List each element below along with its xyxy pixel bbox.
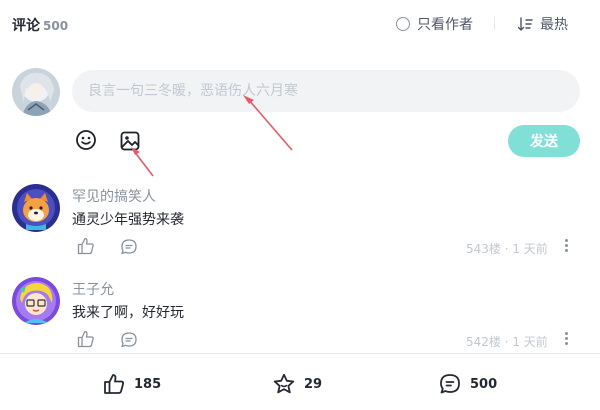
sort-hottest-button[interactable]: 最热 (517, 14, 568, 34)
current-user-avatar (12, 68, 60, 116)
sort-label: 最热 (540, 17, 568, 33)
thumbs-up-icon (104, 374, 124, 394)
star-icon (273, 373, 295, 394)
comment-count: 500 (43, 19, 69, 33)
image-icon[interactable] (119, 130, 141, 152)
radio-icon[interactable] (396, 17, 410, 31)
collect-count: 29 (304, 376, 323, 392)
like-button[interactable]: 185 (102, 372, 161, 396)
comment-section-title: 评论 500 (12, 15, 68, 35)
comment-meta: 543楼 · 1 天前 (466, 242, 548, 256)
thumbs-up-icon[interactable] (76, 236, 96, 260)
thumbs-up-icon[interactable] (76, 329, 96, 353)
reply-icon[interactable] (119, 330, 139, 354)
bottom-action-bar: 185 29 500 (0, 353, 600, 410)
only-author-toggle[interactable]: 只看作者 (396, 14, 473, 34)
comment-meta: 542楼 · 1 天前 (466, 335, 548, 349)
comment-header: 评论 500 只看作者 最热 (0, 0, 600, 48)
emoji-icon[interactable] (75, 129, 97, 151)
comment-content: 通灵少年强势来袭 (72, 212, 184, 228)
sort-icon (517, 17, 533, 31)
comment-item: 罕见的搞笑人 通灵少年强势来袭 543楼 · 1 天前 (0, 184, 600, 274)
comment-button[interactable]: 500 (438, 372, 497, 396)
send-button[interactable]: 发送 (508, 125, 580, 157)
commenter-name[interactable]: 罕见的搞笑人 (72, 186, 156, 206)
header-divider (494, 16, 495, 30)
collect-button[interactable]: 29 (272, 372, 322, 396)
comment-icon (440, 374, 460, 394)
annotation-arrow-image (133, 150, 154, 177)
commenter-name[interactable]: 王子允 (72, 279, 114, 299)
like-count: 185 (134, 376, 162, 392)
more-options-icon[interactable] (559, 329, 573, 347)
comment-count-bottom: 500 (470, 376, 498, 392)
commenter-avatar[interactable] (12, 184, 60, 232)
more-options-icon[interactable] (559, 236, 573, 254)
only-author-label: 只看作者 (417, 17, 473, 33)
commenter-avatar[interactable] (12, 277, 60, 325)
reply-icon[interactable] (119, 237, 139, 261)
comment-content: 我来了啊，好好玩 (72, 305, 184, 321)
comment-title-label: 评论 (12, 18, 40, 34)
comment-input[interactable] (88, 83, 564, 99)
comment-input-container[interactable] (72, 70, 580, 112)
